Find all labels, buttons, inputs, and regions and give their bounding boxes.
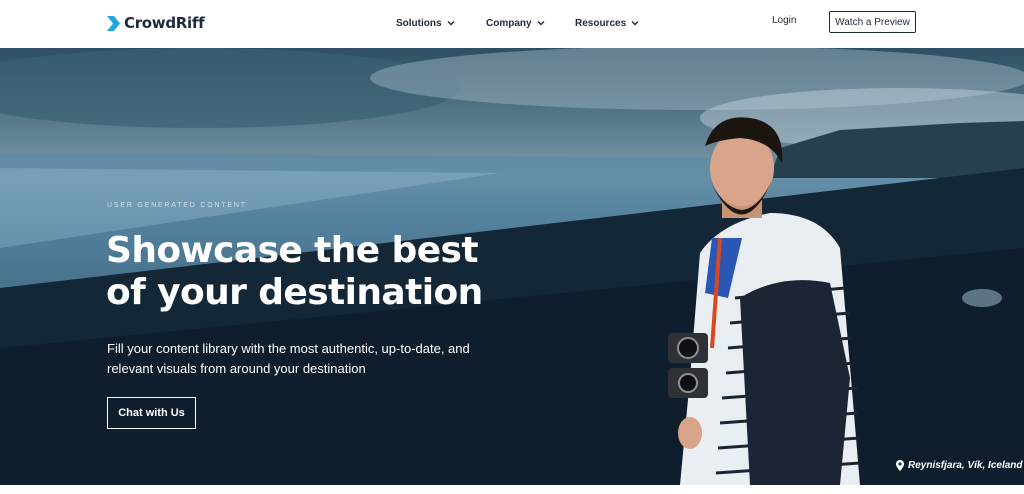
photo-location-caption: Reynisfjara, Vík, Iceland	[896, 460, 1023, 471]
chevron-down-icon	[631, 21, 639, 26]
hero-eyebrow: USER GENERATED CONTENT	[107, 202, 247, 209]
nav-company-label: Company	[486, 17, 532, 29]
hero-headline: Showcase the best of your destination	[106, 230, 526, 314]
logo[interactable]: CrowdRiff	[107, 12, 205, 34]
top-navigation: CrowdRiff Solutions Company Resources Lo…	[0, 0, 1024, 48]
nav-resources-label: Resources	[575, 17, 627, 29]
nav-resources[interactable]: Resources	[575, 14, 639, 32]
chevron-down-icon	[447, 21, 455, 26]
chat-with-us-button[interactable]: Chat with Us	[107, 397, 196, 429]
hero-subtext: Fill your content library with the most …	[107, 339, 527, 379]
login-link[interactable]: Login	[772, 15, 796, 26]
hero-headline-line1: Showcase the best	[106, 230, 479, 271]
chevron-down-icon	[537, 21, 545, 26]
nav-company[interactable]: Company	[486, 14, 545, 32]
watch-preview-button[interactable]: Watch a Preview	[829, 11, 916, 33]
crowdriff-logo-icon	[107, 15, 120, 31]
location-label: Reynisfjara, Vík, Iceland	[908, 460, 1023, 471]
bottom-strip	[0, 485, 1024, 494]
hero-subtext-line1: Fill your content library with the most …	[107, 341, 470, 356]
logo-text: CrowdRiff	[124, 14, 205, 32]
location-pin-icon	[896, 460, 904, 471]
nav-solutions[interactable]: Solutions	[396, 14, 455, 32]
hero-section: USER GENERATED CONTENT Showcase the best…	[0, 48, 1024, 485]
hero-headline-line2: of your destination	[106, 272, 483, 313]
hero-subtext-line2: relevant visuals from around your destin…	[107, 361, 366, 376]
nav-solutions-label: Solutions	[396, 17, 442, 29]
